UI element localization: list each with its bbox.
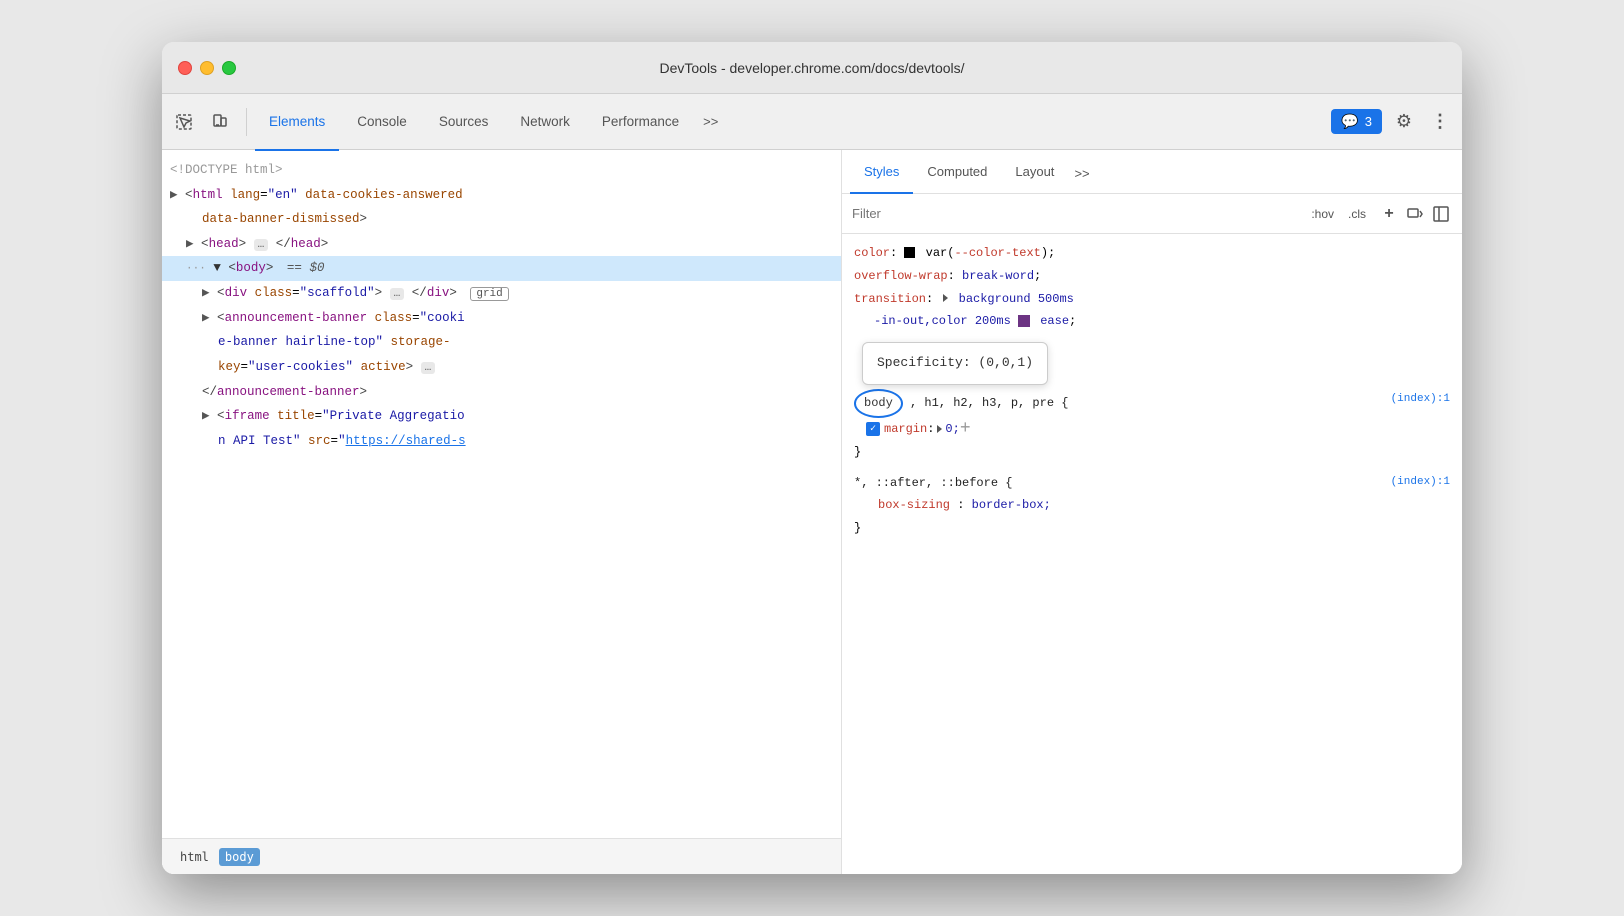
traffic-lights — [178, 61, 236, 75]
body-line[interactable]: ··· ▼ <body> == $0 — [162, 256, 841, 281]
body-expand-arrow[interactable]: ▼ — [213, 261, 221, 275]
hov-button[interactable]: :hov — [1307, 205, 1338, 223]
specificity-tooltip: Specificity: (0,0,1) — [862, 342, 1048, 385]
announcement-line4: </announcement-banner> — [162, 380, 841, 405]
body-rule-filename[interactable]: (index):1 — [1391, 389, 1450, 410]
transition-prop: transition — [854, 292, 926, 306]
devtools-toolbar: Elements Console Sources Network Perform… — [162, 94, 1462, 150]
universal-rule-filename[interactable]: (index):1 — [1391, 472, 1450, 493]
margin-prop: margin — [884, 418, 927, 441]
tab-sources[interactable]: Sources — [425, 95, 503, 151]
settings-button[interactable]: ⚙ — [1390, 108, 1418, 136]
css-block-body-styles: color: var(--color-text); overflow-wrap:… — [854, 242, 1450, 333]
box-sizing-prop: box-sizing — [878, 498, 950, 512]
css-rules-content: color: var(--color-text); overflow-wrap:… — [842, 234, 1462, 874]
console-badge-button[interactable]: 💬 3 — [1331, 109, 1382, 134]
devtools-body: Elements Console Sources Network Perform… — [162, 94, 1462, 874]
toggle-sidebar-icon[interactable] — [1430, 203, 1452, 225]
announcement-line2: e-banner hairline-top" storage- — [162, 330, 841, 355]
element-state-icon[interactable] — [1404, 203, 1426, 225]
announcement-line1: ▶ <announcement-banner class="cooki — [162, 306, 841, 331]
pseudo-buttons: :hov .cls — [1307, 205, 1370, 223]
tab-styles[interactable]: Styles — [850, 150, 913, 194]
breadcrumb-bar: html body — [162, 838, 841, 874]
toolbar-right: 💬 3 ⚙ ⋮ — [1331, 108, 1454, 136]
scaffold-expand-arrow[interactable]: ▶ — [202, 286, 210, 300]
tab-performance[interactable]: Performance — [588, 95, 693, 151]
maximize-button[interactable] — [222, 61, 236, 75]
inspect-element-icon[interactable] — [170, 108, 198, 136]
more-tabs-button[interactable]: >> — [697, 114, 724, 129]
html-open-line: ▶ <html lang="en" data-cookies-answered — [162, 183, 841, 208]
html-cont-line: data-banner-dismissed> — [162, 207, 841, 232]
toolbar-icons — [170, 108, 247, 136]
css-block-body-reset: body , h1, h2, h3, p, pre { (index):1 ✓ … — [854, 389, 1450, 463]
tab-elements[interactable]: Elements — [255, 95, 339, 151]
window-title: DevTools - developer.chrome.com/docs/dev… — [659, 60, 964, 76]
doctype-line: <!DOCTYPE html> — [162, 158, 841, 183]
minimize-button[interactable] — [200, 61, 214, 75]
more-options-button[interactable]: ⋮ — [1426, 108, 1454, 136]
console-message-icon: 💬 — [1341, 113, 1358, 130]
margin-expand[interactable] — [937, 425, 942, 433]
overflow-wrap-prop: overflow-wrap — [854, 269, 948, 283]
elements-content: <!DOCTYPE html> ▶ <html lang="en" data-c… — [162, 150, 841, 838]
device-toolbar-icon[interactable] — [206, 108, 234, 136]
grid-badge[interactable]: grid — [470, 287, 508, 301]
breadcrumb-html[interactable]: html — [174, 848, 215, 866]
transition-expand[interactable] — [943, 294, 948, 302]
iframe-expand-arrow[interactable]: ▶ — [202, 409, 210, 423]
scaffold-div-line: ▶ <div class="scaffold"> … </div> grid — [162, 281, 841, 306]
titlebar: DevTools - developer.chrome.com/docs/dev… — [162, 42, 1462, 94]
head-expand-arrow[interactable]: ▶ — [186, 237, 194, 251]
color-swatch[interactable] — [904, 247, 915, 258]
iframe-line1: ▶ <iframe title="Private Aggregatio — [162, 404, 841, 429]
color-prop: color — [854, 246, 890, 260]
announcement-expand-arrow[interactable]: ▶ — [202, 311, 210, 325]
styles-more-tabs[interactable]: >> — [1068, 166, 1095, 193]
head-ellipsis[interactable]: … — [254, 239, 269, 251]
close-button[interactable] — [178, 61, 192, 75]
tab-layout[interactable]: Layout — [1001, 150, 1068, 194]
styles-toolbar: :hov .cls + — [842, 194, 1462, 234]
scaffold-ellipsis[interactable]: … — [390, 288, 405, 300]
transition-color-swatch[interactable] — [1018, 315, 1030, 327]
tab-console[interactable]: Console — [343, 95, 421, 151]
add-property-button[interactable]: + — [960, 420, 971, 438]
body-selector-highlight: body — [854, 389, 903, 418]
filter-input[interactable] — [852, 206, 1299, 221]
devtools-window: DevTools - developer.chrome.com/docs/dev… — [162, 42, 1462, 874]
css-block-universal: *, ::after, ::before { (index):1 box-siz… — [854, 472, 1450, 540]
breadcrumb-body[interactable]: body — [219, 848, 260, 866]
elements-panel: <!DOCTYPE html> ▶ <html lang="en" data-c… — [162, 150, 842, 874]
styles-icons: + — [1378, 203, 1452, 225]
tab-network[interactable]: Network — [506, 95, 584, 151]
head-line: ▶ <head> … </head> — [162, 232, 841, 257]
cls-button[interactable]: .cls — [1344, 205, 1370, 223]
iframe-line2: n API Test" src="https://shared-s — [162, 429, 841, 454]
html-expand-arrow[interactable]: ▶ — [170, 188, 178, 202]
margin-checkbox[interactable]: ✓ — [866, 422, 880, 436]
main-content: <!DOCTYPE html> ▶ <html lang="en" data-c… — [162, 150, 1462, 874]
styles-panel: Styles Computed Layout >> — [842, 150, 1462, 874]
announcement-line3: key="user-cookies" active> … — [162, 355, 841, 380]
styles-tabs: Styles Computed Layout >> — [842, 150, 1462, 194]
tab-computed[interactable]: Computed — [913, 150, 1001, 194]
add-style-rule-icon[interactable]: + — [1378, 203, 1400, 225]
announcement-ellipsis[interactable]: … — [421, 362, 436, 374]
